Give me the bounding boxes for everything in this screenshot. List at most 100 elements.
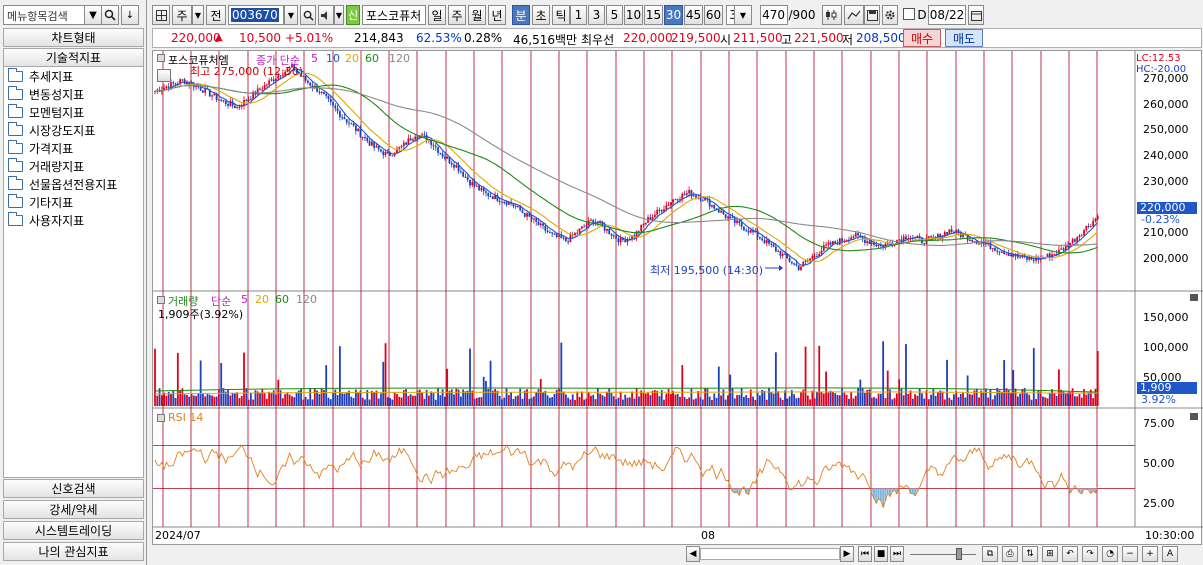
price-candle [676, 199, 679, 201]
play-icon[interactable]: ⏭ [890, 546, 904, 562]
system-trading-button[interactable]: 시스템트레이딩 [3, 521, 144, 540]
zoom-slider[interactable] [910, 554, 976, 555]
interval-button[interactable]: 3 [588, 5, 605, 25]
candle-add-icon[interactable] [822, 5, 842, 25]
chart-area[interactable]: 포스코퓨처엠 종가 단순 5 10 20 60 120 최고 275,000 (… [152, 50, 1203, 545]
period-button[interactable]: 분 [512, 5, 530, 25]
scroll-left-icon[interactable]: ◀ [686, 546, 700, 562]
price-candle [309, 82, 312, 86]
indicator-folder[interactable]: 사용자지표 [4, 211, 143, 229]
arrange-tool-icon[interactable]: ⇅ [1022, 546, 1038, 562]
speaker-dropdown-icon[interactable]: ▼ [334, 5, 344, 25]
indicator-folder[interactable]: 모멘텀지표 [4, 103, 143, 121]
line-tool-icon[interactable] [844, 5, 864, 25]
save-icon[interactable] [864, 5, 880, 25]
volume-bar [307, 399, 309, 406]
period-button[interactable]: 주 [448, 5, 466, 25]
count-input[interactable]: 470 [760, 5, 788, 25]
indicator-folder[interactable]: 가격지표 [4, 139, 143, 157]
print-tool-icon[interactable]: ⎙ [1002, 546, 1018, 562]
scroll-right-icon[interactable]: ▶ [840, 546, 854, 562]
period-button[interactable]: 년 [488, 5, 506, 25]
price-candle [738, 220, 741, 223]
text-tool-icon[interactable]: A [1162, 546, 1178, 562]
interval-button[interactable]: 60 [704, 5, 723, 25]
indicator-folder[interactable]: 추세지표 [4, 67, 143, 85]
volume-bar [779, 397, 782, 406]
dropdown-arrow-icon[interactable]: ▼ [84, 5, 102, 25]
period-select[interactable]: 주 [172, 5, 192, 25]
volume-bar [576, 391, 579, 406]
calendar-icon[interactable] [968, 5, 984, 25]
volume-panel-handle-icon[interactable] [157, 296, 165, 304]
price-candle [772, 244, 775, 247]
interval-button[interactable]: 1 [570, 5, 587, 25]
volume-bar [859, 379, 862, 406]
menu-search-input[interactable]: 메뉴항목검색 [3, 5, 97, 25]
indicator-folder[interactable]: 시장강도지표 [4, 121, 143, 139]
price-candle [788, 257, 791, 262]
volume-bar [325, 365, 328, 406]
chart-settings-icon[interactable] [157, 69, 171, 82]
volume-bar [964, 397, 967, 406]
search-icon[interactable] [300, 5, 316, 25]
chevron-down-icon[interactable]: ▼ [192, 5, 204, 25]
period-button[interactable]: 일 [428, 5, 446, 25]
grid-icon[interactable] [152, 5, 170, 25]
stop-icon[interactable]: ■ [874, 546, 888, 562]
date-input[interactable]: 08/22 [928, 5, 966, 25]
price-candle [590, 219, 592, 221]
volume-bar [332, 393, 334, 406]
volume-bar [583, 399, 586, 406]
price-candle [564, 237, 567, 242]
zoom-out-tool-icon[interactable]: − [1122, 546, 1138, 562]
buy-button[interactable]: 매수 [903, 29, 941, 47]
split-tool-icon[interactable]: ⊞ [1042, 546, 1058, 562]
rsi-panel-handle-icon[interactable] [157, 414, 165, 422]
zoom-slider-thumb[interactable] [956, 548, 962, 560]
undo-tool-icon[interactable]: ↶ [1062, 546, 1078, 562]
technical-indicator-button[interactable]: 기술적지표 [3, 48, 144, 67]
search-icon[interactable] [101, 5, 119, 25]
code-dropdown-icon[interactable]: ▼ [284, 5, 298, 25]
indicator-folder[interactable]: 변동성지표 [4, 85, 143, 103]
price-candle [247, 99, 250, 102]
scrollbar-track[interactable] [700, 548, 840, 560]
price-candle [238, 106, 241, 108]
interval-button[interactable]: 30 [664, 5, 683, 25]
signal-search-button[interactable]: 신호검색 [3, 479, 144, 498]
zoom-in-tool-icon[interactable]: + [1142, 546, 1158, 562]
my-indicator-button[interactable]: 나의 관심지표 [3, 542, 144, 561]
indicator-folder[interactable]: 선물옵션전용지표 [4, 175, 143, 193]
volume-bar [176, 352, 179, 406]
date-checkbox[interactable] [903, 8, 915, 20]
price-candle [482, 188, 485, 192]
redo-tool-icon[interactable]: ↷ [1082, 546, 1098, 562]
copy-tool-icon[interactable]: ⧉ [982, 546, 998, 562]
speaker-icon[interactable] [318, 5, 334, 25]
panel-handle-icon[interactable] [157, 54, 165, 62]
first-page-icon[interactable]: ⏮ [858, 546, 872, 562]
prev-button[interactable]: 전 [206, 5, 226, 25]
interval-button[interactable]: 10 [624, 5, 643, 25]
indicator-folder[interactable]: 기타지표 [4, 193, 143, 211]
period-button[interactable]: 월 [468, 5, 486, 25]
chart-type-button[interactable]: 차트형태 [3, 28, 144, 47]
rsi-panel-close-icon[interactable] [1190, 413, 1198, 420]
interval-button[interactable]: 5 [606, 5, 623, 25]
interval-dropdown-icon[interactable]: ▼ [734, 5, 752, 25]
interval-button[interactable]: 15 [644, 5, 663, 25]
volume-panel-close-icon[interactable] [1190, 294, 1198, 301]
history-tool-icon[interactable]: ◔ [1102, 546, 1118, 562]
sell-button[interactable]: 매도 [945, 29, 983, 47]
period-button[interactable]: 초 [532, 5, 550, 25]
price-candle [758, 237, 761, 239]
price-candle [729, 216, 732, 218]
strength-button[interactable]: 강세/약세 [3, 500, 144, 519]
interval-button[interactable]: 45 [684, 5, 703, 25]
down-arrow-icon[interactable]: ↓ [121, 5, 139, 25]
period-button[interactable]: 틱 [552, 5, 570, 25]
gear-icon[interactable] [882, 5, 898, 25]
stock-code-input[interactable]: 003670 [228, 5, 284, 25]
indicator-folder[interactable]: 거래량지표 [4, 157, 143, 175]
